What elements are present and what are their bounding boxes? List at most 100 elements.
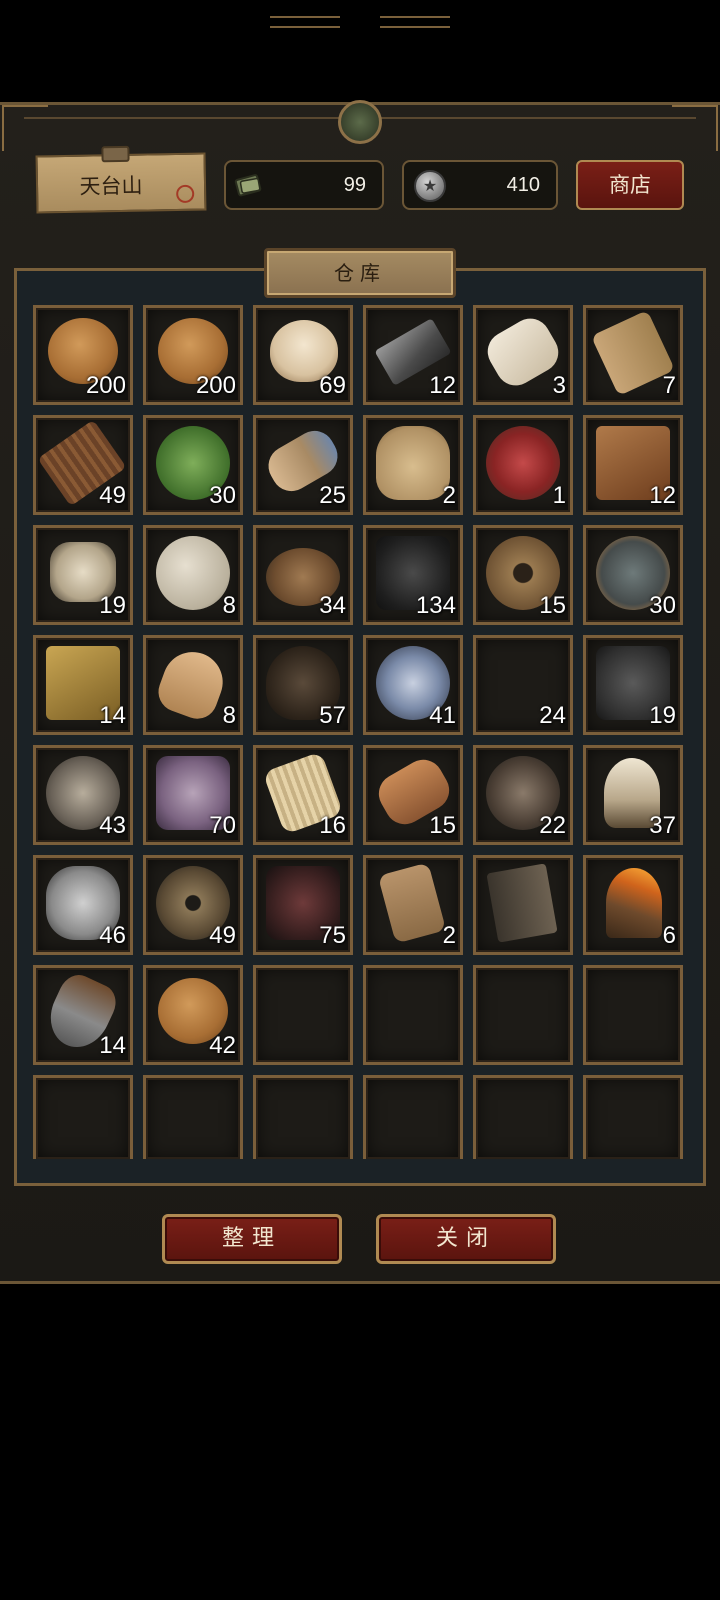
inventory-slot[interactable] [363, 1075, 463, 1159]
old-book-icon [486, 863, 558, 943]
item-count: 37 [649, 812, 676, 839]
inventory-slot[interactable]: 12 [583, 415, 683, 515]
inventory-slot[interactable] [253, 965, 353, 1065]
inventory-slot[interactable]: 43 [33, 745, 133, 845]
item-count: 2 [442, 922, 456, 949]
location-tag: 天台山 [35, 145, 207, 214]
inventory-slot[interactable]: 8 [143, 525, 243, 625]
inventory-slot[interactable] [363, 965, 463, 1065]
item-count: 200 [85, 372, 126, 399]
empty-slot [596, 1086, 670, 1160]
ticket-currency: 99 [224, 160, 384, 210]
inventory-slot[interactable]: 46 [33, 855, 133, 955]
inventory-slot[interactable]: 14 [33, 965, 133, 1065]
empty-slot [486, 976, 560, 1050]
inventory-slot[interactable]: 12 [363, 305, 463, 405]
item-count: 1 [552, 482, 566, 509]
item-count: 49 [209, 922, 236, 949]
inventory-slot[interactable]: 16 [253, 745, 353, 845]
inventory-slot[interactable]: 41 [363, 635, 463, 735]
inventory-slot[interactable] [473, 965, 573, 1065]
close-button[interactable]: 关闭 [376, 1214, 556, 1264]
inventory-slot[interactable]: 37 [583, 745, 683, 845]
inventory-slot[interactable]: 25 [253, 415, 353, 515]
empty-slot [156, 1086, 230, 1160]
jade-emblem-icon [338, 100, 382, 144]
inventory-slot[interactable]: 2 [363, 855, 463, 955]
inventory-slot[interactable]: 49 [33, 415, 133, 515]
inventory-slot[interactable]: 22 [473, 745, 573, 845]
inventory-slot[interactable]: 24 [473, 635, 573, 735]
item-count: 3 [552, 372, 566, 399]
inventory-slot[interactable]: 200 [143, 305, 243, 405]
item-count: 19 [649, 702, 676, 729]
item-count: 16 [319, 812, 346, 839]
inventory-slot[interactable]: 30 [143, 415, 243, 515]
inventory-slot[interactable]: 75 [253, 855, 353, 955]
seal-stamp-icon [176, 184, 195, 204]
inventory-slot[interactable] [33, 1075, 133, 1159]
item-count: 12 [429, 372, 456, 399]
torch-icon [606, 868, 662, 938]
inventory-slot[interactable]: 57 [253, 635, 353, 735]
inventory-slot[interactable]: 30 [583, 525, 683, 625]
mountain-token-icon [377, 862, 447, 944]
ticket-icon [234, 174, 262, 197]
item-count: 41 [429, 702, 456, 729]
inventory-slot[interactable]: 19 [583, 635, 683, 735]
ticket-count: 99 [343, 174, 366, 196]
inventory-slot[interactable] [473, 855, 573, 955]
item-count: 134 [415, 592, 456, 619]
inventory-slot[interactable]: 134 [363, 525, 463, 625]
item-count: 57 [319, 702, 346, 729]
empty-slot [266, 976, 340, 1050]
item-count: 7 [662, 372, 676, 399]
item-count: 34 [319, 592, 346, 619]
silver-coin-icon: ★ [414, 170, 446, 202]
empty-slot [46, 1086, 120, 1160]
inventory-slot[interactable]: 1 [473, 415, 573, 515]
inventory-slot[interactable]: 2 [363, 415, 463, 515]
item-count: 42 [209, 1032, 236, 1059]
empty-slot [376, 976, 450, 1050]
inventory-slot[interactable] [583, 1075, 683, 1159]
item-count: 12 [649, 482, 676, 509]
inventory-slot[interactable]: 69 [253, 305, 353, 405]
inventory-slot[interactable] [253, 1075, 353, 1159]
inventory-slot[interactable] [143, 1075, 243, 1159]
emblem-ornament [380, 16, 450, 28]
inventory-grid: 200 200 69 12 3 7 49 30 25 2 1 12 19 8 34 134 15 30 14 8 57 4… [33, 305, 683, 1175]
yarn-ball-icon [156, 536, 230, 610]
empty-slot [596, 976, 670, 1050]
coin-count: 410 [506, 174, 540, 196]
grain-sack-icon [376, 426, 450, 500]
item-count: 14 [99, 702, 126, 729]
inventory-slot[interactable] [583, 965, 683, 1065]
empty-slot [486, 1086, 560, 1160]
inventory-slot[interactable]: 6 [583, 855, 683, 955]
inventory-slot[interactable]: 70 [143, 745, 243, 845]
shop-button[interactable]: 商店 [576, 160, 684, 210]
inventory-slot[interactable]: 34 [253, 525, 353, 625]
item-count: 75 [319, 922, 346, 949]
item-count: 15 [539, 592, 566, 619]
item-count: 8 [222, 702, 236, 729]
inventory-slot[interactable]: 15 [363, 745, 463, 845]
inventory-slot[interactable]: 3 [473, 305, 573, 405]
item-count: 2 [442, 482, 456, 509]
location-name: 天台山 [79, 173, 143, 199]
inventory-slot[interactable]: 14 [33, 635, 133, 735]
item-count: 30 [209, 482, 236, 509]
inventory-slot[interactable]: 49 [143, 855, 243, 955]
coin-currency: ★ 410 [402, 160, 558, 210]
sort-button[interactable]: 整理 [162, 1214, 342, 1264]
inventory-slot[interactable]: 15 [473, 525, 573, 625]
inventory-slot[interactable] [473, 1075, 573, 1159]
inventory-slot[interactable]: 42 [143, 965, 243, 1065]
item-count: 30 [649, 592, 676, 619]
item-count: 46 [99, 922, 126, 949]
inventory-slot[interactable]: 8 [143, 635, 243, 735]
inventory-slot[interactable]: 7 [583, 305, 683, 405]
inventory-slot[interactable]: 200 [33, 305, 133, 405]
inventory-slot[interactable]: 19 [33, 525, 133, 625]
